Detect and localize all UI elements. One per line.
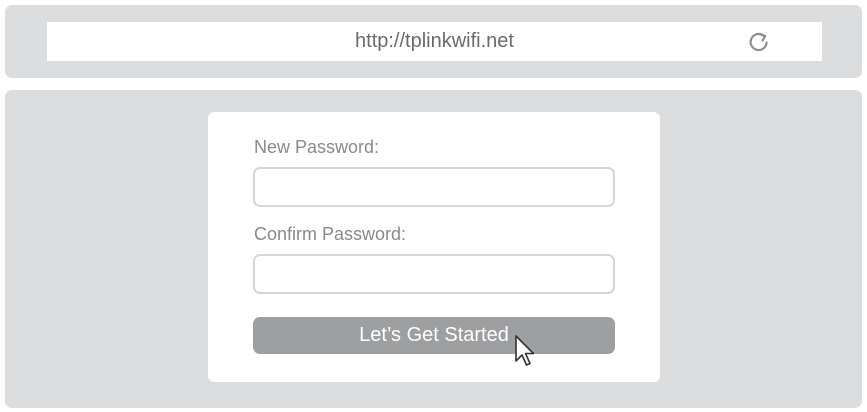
password-form-card: New Password: Confirm Password: Let’s Ge…: [208, 112, 660, 382]
page-content: New Password: Confirm Password: Let’s Ge…: [5, 90, 862, 408]
new-password-label: New Password:: [254, 137, 380, 157]
mouse-pointer-icon: [515, 335, 535, 366]
url-text[interactable]: http://tplinkwifi.net: [47, 22, 822, 61]
new-password-input[interactable]: [253, 167, 615, 207]
confirm-password-input[interactable]: [253, 254, 615, 294]
url-field[interactable]: http://tplinkwifi.net: [47, 22, 822, 61]
reload-icon[interactable]: [747, 30, 771, 54]
get-started-button[interactable]: Let’s Get Started: [253, 317, 615, 354]
confirm-password-label: Confirm Password:: [254, 224, 407, 244]
browser-address-bar: http://tplinkwifi.net: [5, 5, 862, 78]
